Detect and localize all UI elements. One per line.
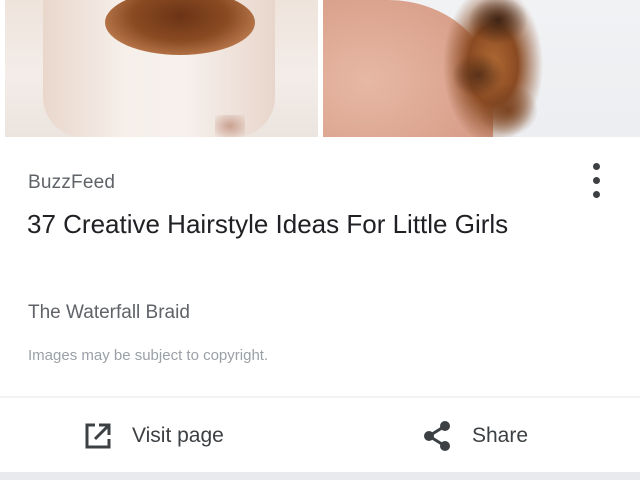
image-strip (0, 0, 640, 137)
visit-page-label: Visit page (132, 424, 224, 447)
hairstyle-photo-back[interactable] (5, 0, 318, 137)
more-vert-icon-dot (593, 163, 600, 170)
open-in-new-icon (85, 423, 111, 449)
result-title[interactable]: 37 Creative Hairstyle Ideas For Little G… (27, 204, 587, 245)
result-subtitle: The Waterfall Braid (28, 302, 190, 323)
more-vert-icon-dot (593, 191, 600, 198)
share-button[interactable]: Share (420, 412, 528, 460)
more-vert-icon-dot (593, 177, 600, 184)
more-options-button[interactable] (588, 161, 608, 201)
share-icon (424, 421, 450, 451)
photo-shade (215, 115, 245, 137)
photo-curls-area (438, 0, 548, 137)
hairstyle-photo-side[interactable] (323, 0, 640, 137)
share-label: Share (472, 424, 529, 447)
source-name: BuzzFeed (28, 172, 116, 193)
divider (0, 396, 640, 398)
copyright-notice: Images may be subject to copyright. (28, 347, 269, 364)
visit-page-button[interactable]: Visit page (82, 412, 224, 460)
bottom-divider (0, 472, 640, 480)
